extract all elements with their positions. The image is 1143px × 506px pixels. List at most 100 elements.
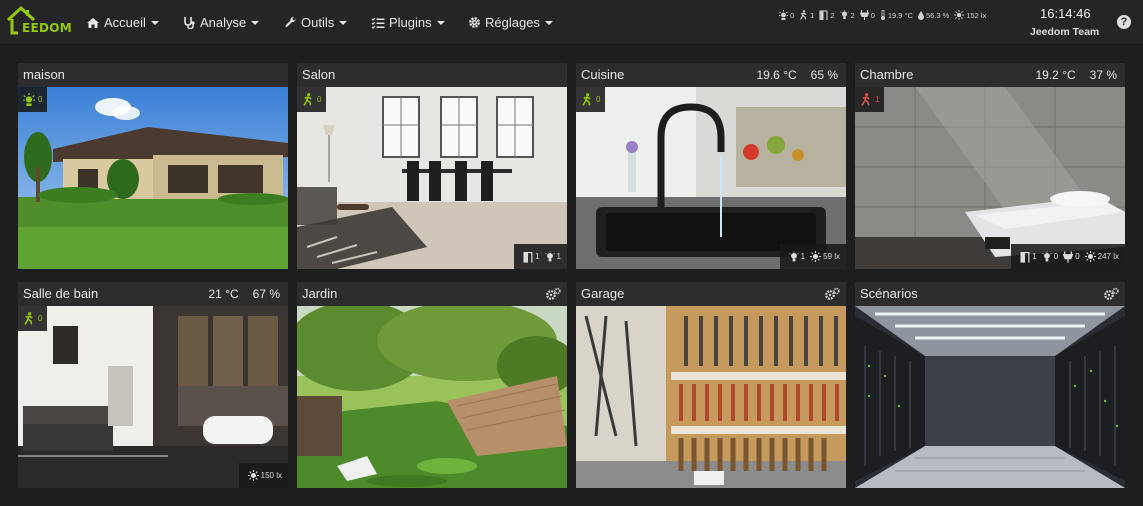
room-photo-tools [576,306,846,488]
room-temperature: 19.6 °C [756,68,797,82]
sensor-doors[interactable]: 1 [523,251,540,263]
summary-temperature[interactable]: 19.9 °C [880,10,913,20]
room-tile-scenarios[interactable]: Scénarios [855,282,1125,488]
room-tile-salon[interactable]: Salon 0 1 1 [297,63,567,269]
menu-analyse[interactable]: Analyse [183,0,260,45]
sensor-bulbs-value: 1 [556,252,561,261]
room-summary-badge[interactable]: 0 [576,87,606,112]
summary-doors[interactable]: 2 [819,10,835,20]
summary-plugs[interactable]: 0 [859,10,875,20]
menu-plugins[interactable]: Plugins [371,0,445,45]
plug-icon [1063,250,1074,263]
room-name: Garage [581,286,625,301]
sun-icon [1084,251,1096,262]
sensor-luminosity[interactable]: 59 lx [810,251,840,262]
door-icon [523,251,533,263]
room-temperature: 21 °C [208,287,239,301]
cogs-icon[interactable] [1103,287,1119,301]
summary-doors-value: 2 [830,10,835,20]
top-navbar: EEDOM Accueil Analyse Outils Plugins Rég… [0,0,1143,45]
cogs-icon[interactable] [824,287,840,301]
home-icon [87,17,99,28]
user-menu[interactable]: Jeedom Team [1030,26,1099,38]
bulb-icon [544,250,555,261]
badge-value: 0 [38,314,43,323]
room-summary-badge[interactable]: 0 [18,306,48,331]
sensor-luminosity[interactable]: 247 lx [1084,251,1119,262]
sensor-bulbs-value: 1 [800,252,806,261]
tile-header: Garage [576,282,846,306]
room-tile-chambre[interactable]: Chambre 19.2 °C 37 % 1 1 0 0 247 lx [855,63,1125,269]
sensor-bulbs[interactable]: 0 [1042,250,1058,263]
caret-down-icon [339,20,348,25]
tile-header: maison [18,63,288,87]
menu-reglages[interactable]: Réglages [468,0,553,45]
summary-lights-value: 0 [790,10,795,20]
jeedom-logo[interactable]: EEDOM [6,5,72,39]
summary-lights[interactable]: 0 [779,10,794,20]
caret-down-icon [150,20,159,25]
sensor-luminosity[interactable]: 150 lx [247,470,282,481]
room-sensors: 1 59 lx [779,244,846,269]
logo-text: EEDOM [22,21,72,35]
summary-humidity[interactable]: 56.3 % [917,10,950,20]
room-name: Salon [302,67,336,82]
room-name: Scénarios [860,286,918,301]
room-summary-badge[interactable]: 0 [18,87,48,112]
room-photo-server-room [855,306,1125,488]
thermometer-icon [880,10,885,20]
room-sensors: 150 lx [238,463,288,488]
sensor-bulbs[interactable]: 1 [544,250,561,263]
bulb-icon [839,10,849,19]
sensor-luminosity-value: 59 lx [823,252,840,261]
room-humidity: 67 % [252,287,280,301]
sensor-luminosity-value: 247 lx [1097,252,1119,261]
summary-humidity-value: 56.3 % [925,10,950,20]
menu-outils[interactable]: Outils [284,0,348,45]
tile-header: Scénarios [855,282,1125,306]
room-tile-salle-de-bain[interactable]: Salle de bain 21 °C 67 % 0 150 lx [18,282,288,488]
badge-value: 0 [38,95,43,104]
room-tile-maison[interactable]: maison 0 [18,63,288,269]
bulb-icon [1042,250,1052,261]
summary-bulbs[interactable]: 2 [839,10,855,20]
caret-down-icon [436,20,445,25]
badge-value: 0 [596,95,601,104]
stethoscope-icon [184,17,195,29]
motion-icon [861,93,870,106]
tile-header: Jardin [297,282,567,306]
room-photo-garden [297,306,567,488]
sensor-doors[interactable]: 1 [1020,251,1037,263]
badge-value: 0 [317,95,322,104]
room-name: Cuisine [581,67,625,82]
light-icon [779,10,788,20]
light-icon [23,93,35,106]
room-summary-badge[interactable]: 1 [855,87,885,112]
summary-luminosity-value: 152 lx [966,10,987,20]
room-name: Salle de bain [23,286,99,301]
room-climate: 21 °C 67 % [194,287,280,301]
help-icon[interactable]: ? [1117,15,1131,29]
room-tile-cuisine[interactable]: Cuisine 19.6 °C 65 % 0 1 59 lx [576,63,846,269]
room-tile-jardin[interactable]: Jardin [297,282,567,488]
motion-icon [24,312,33,325]
cogs-icon[interactable] [545,287,561,301]
summary-motion-value: 1 [810,10,815,20]
clock: 16:14:46 [1040,6,1091,21]
summary-motion[interactable]: 1 [799,10,814,20]
room-name: Jardin [302,286,338,301]
sensor-bulbs[interactable]: 1 [788,250,806,263]
menu-accueil[interactable]: Accueil [86,0,159,45]
sensor-plugs[interactable]: 0 [1063,250,1080,263]
motion-icon [800,10,807,20]
caret-down-icon [544,20,553,25]
room-photo-house [18,87,288,269]
sensor-doors-value: 1 [1032,252,1037,261]
room-summary-badge[interactable]: 0 [297,87,327,112]
room-tile-garage[interactable]: Garage [576,282,846,488]
door-icon [1020,251,1030,263]
room-name: Chambre [860,67,914,82]
room-name: maison [23,67,65,82]
summary-luminosity[interactable]: 152 lx [954,10,986,20]
room-humidity: 65 % [810,68,838,82]
